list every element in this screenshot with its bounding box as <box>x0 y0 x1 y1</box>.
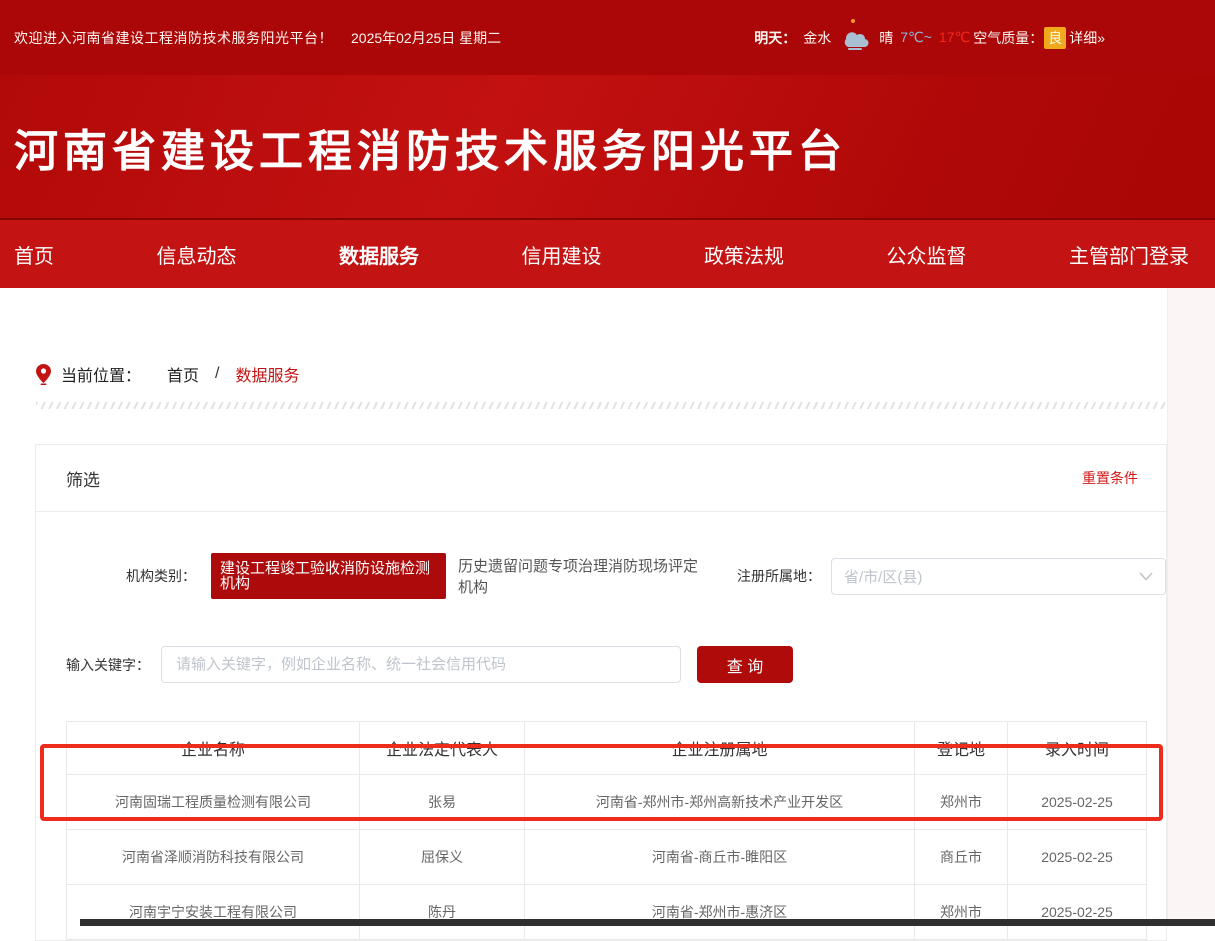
category-label: 机构类别： <box>126 566 196 586</box>
cell-entry-date: 2025-02-25 <box>1008 885 1147 940</box>
col-header-entry-date: 录入时间 <box>1008 722 1147 775</box>
cell-registered-region: 河南省-商丘市-睢阳区 <box>525 830 915 885</box>
category-filter-row: 机构类别： 建设工程竣工验收消防设施检测机构 历史遗留问题专项治理消防现场评定机… <box>66 547 1166 605</box>
table-row[interactable]: 河南省泽顺消防科技有限公司 屈保义 河南省-商丘市-睢阳区 商丘市 2025-0… <box>67 830 1147 885</box>
cell-registration-place: 郑州市 <box>915 885 1008 940</box>
category-option-inactive[interactable]: 历史遗留问题专项治理消防现场评定机构 <box>456 547 704 605</box>
temp-low: 7℃~ <box>900 29 932 46</box>
breadcrumb-separator: / <box>215 365 219 383</box>
company-table: 企业名称 企业法定代表人 企业注册属地 登记地 录入时间 河南固瑞工程质量检测有… <box>66 721 1147 940</box>
table-row[interactable]: 河南固瑞工程质量检测有限公司 张易 河南省-郑州市-郑州高新技术产业开发区 郑州… <box>67 775 1147 830</box>
region-label: 注册所属地： <box>737 566 821 586</box>
region-filter-group: 注册所属地： 省/市/区(县) <box>737 558 1166 595</box>
welcome-text: 欢迎进入河南省建设工程消防技术服务阳光平台！ <box>14 28 333 48</box>
nav-item-news[interactable]: 信息动态 <box>157 240 237 269</box>
keyword-filter-row: 输入关键字： 查 询 <box>66 646 1166 683</box>
filter-title: 筛选 <box>66 466 100 491</box>
nav-item-data-service[interactable]: 数据服务 <box>339 240 419 269</box>
cell-registered-region: 河南省-郑州市-惠济区 <box>525 885 915 940</box>
cell-entry-date: 2025-02-25 <box>1008 775 1147 830</box>
col-header-company-name: 企业名称 <box>67 722 360 775</box>
location-pin-icon <box>36 364 51 385</box>
nav-item-supervision[interactable]: 公众监督 <box>887 240 967 269</box>
cell-legal-rep: 屈保义 <box>360 830 525 885</box>
nav-item-policy[interactable]: 政策法规 <box>704 240 784 269</box>
temp-high: 17℃ <box>939 29 970 46</box>
region-select-placeholder: 省/市/区(县) <box>844 566 922 587</box>
cell-company-name: 河南省泽顺消防科技有限公司 <box>67 830 360 885</box>
cell-registered-region: 河南省-郑州市-郑州高新技术产业开发区 <box>525 775 915 830</box>
site-banner: 河南省建设工程消防技术服务阳光平台 <box>0 75 1215 218</box>
breadcrumb-current-link[interactable]: 数据服务 <box>235 362 299 386</box>
table-row[interactable]: 河南宇宁安装工程有限公司 陈丹 河南省-郑州市-惠济区 郑州市 2025-02-… <box>67 885 1147 940</box>
category-option-active[interactable]: 建设工程竣工验收消防设施检测机构 <box>211 553 446 599</box>
col-header-registered-region: 企业注册属地 <box>525 722 915 775</box>
breadcrumb-label: 当前位置： <box>61 362 141 386</box>
weather-dot-icon <box>851 19 855 23</box>
stripe-divider <box>36 402 1168 409</box>
cell-company-name: 河南宇宁安装工程有限公司 <box>67 885 360 940</box>
breadcrumb: 当前位置： 首页 / 数据服务 <box>36 362 1215 386</box>
cell-registration-place: 商丘市 <box>915 830 1008 885</box>
air-quality-label: 空气质量： <box>973 28 1043 48</box>
date-text: 2025年02月25日 星期二 <box>351 28 501 48</box>
filter-panel-header: 筛选 重置条件 <box>36 445 1166 512</box>
breadcrumb-home-link[interactable]: 首页 <box>167 362 199 386</box>
cell-company-name: 河南固瑞工程质量检测有限公司 <box>67 775 360 830</box>
topbar: 欢迎进入河南省建设工程消防技术服务阳光平台！ 2025年02月25日 星期二 明… <box>0 0 1215 75</box>
nav-item-admin-login[interactable]: 主管部门登录 <box>1069 240 1189 269</box>
right-gutter <box>1167 288 1215 926</box>
table-header-row: 企业名称 企业法定代表人 企业注册属地 登记地 录入时间 <box>67 722 1147 775</box>
chevron-down-icon <box>1139 572 1153 581</box>
cell-legal-rep: 张易 <box>360 775 525 830</box>
region-select[interactable]: 省/市/区(县) <box>831 558 1166 595</box>
site-title: 河南省建设工程消防技术服务阳光平台 <box>14 115 847 179</box>
air-quality-badge: 良 <box>1044 27 1066 49</box>
weather-district: 金水 <box>803 28 831 48</box>
cell-legal-rep: 陈丹 <box>360 885 525 940</box>
filter-panel: 筛选 重置条件 机构类别： 建设工程竣工验收消防设施检测机构 历史遗留问题专项治… <box>35 444 1167 941</box>
cell-registration-place: 郑州市 <box>915 775 1008 830</box>
cell-entry-date: 2025-02-25 <box>1008 830 1147 885</box>
col-header-legal-rep: 企业法定代表人 <box>360 722 525 775</box>
weather-tomorrow-label: 明天： <box>754 28 796 48</box>
search-button[interactable]: 查 询 <box>697 646 793 683</box>
footer-edge <box>80 919 1215 926</box>
weather-widget: 明天： 金水 晴 7℃~ 17℃ 空气质量： 良 详细» <box>754 25 1105 51</box>
weather-detail-link[interactable]: 详细» <box>1069 28 1105 48</box>
nav-item-credit[interactable]: 信用建设 <box>522 240 602 269</box>
reset-filters-link[interactable]: 重置条件 <box>1082 468 1138 488</box>
keyword-input[interactable] <box>161 646 681 683</box>
nav-item-home[interactable]: 首页 <box>14 240 54 269</box>
keyword-label: 输入关键字： <box>66 655 150 675</box>
col-header-registration-place: 登记地 <box>915 722 1008 775</box>
weather-condition: 晴 <box>879 28 893 48</box>
weather-cloud-icon <box>838 25 872 51</box>
main-nav: 首页 信息动态 数据服务 信用建设 政策法规 公众监督 主管部门登录 <box>0 218 1215 288</box>
